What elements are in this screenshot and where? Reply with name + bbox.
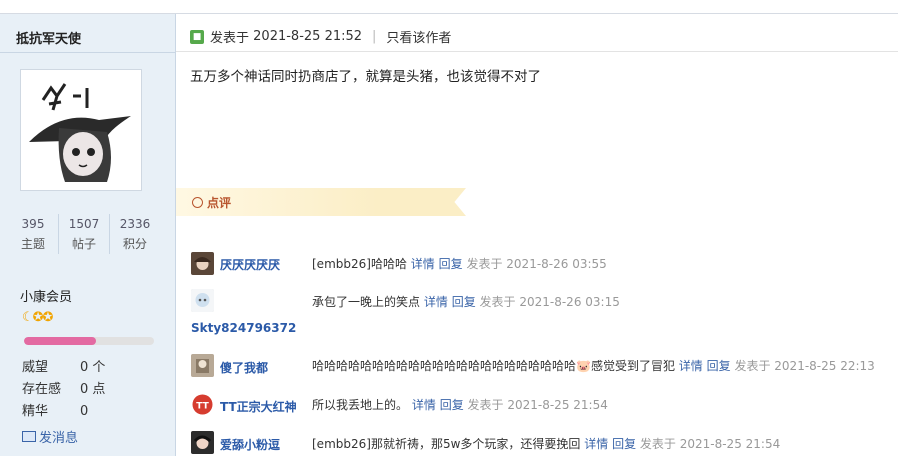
divider	[176, 51, 898, 52]
avatar-illustration	[21, 70, 141, 190]
stat-label: 主题	[20, 237, 45, 251]
top-border	[0, 0, 898, 14]
avatar-image	[191, 431, 214, 454]
post-header: ■ 发表于 2021-8-25 21:52 | 只看该作者	[190, 27, 451, 46]
level-progress-bar	[24, 337, 154, 345]
comment-line: [embb26]哈哈哈 详情 回复 发表于 2021-8-26 03:55	[312, 255, 607, 272]
comment-line: 承包了一晚上的笑点 详情 回复 发表于 2021-8-26 03:15	[312, 293, 620, 310]
comment-text: 所以我丢地上的。	[312, 398, 409, 412]
info-row-presence: 存在感 0 点	[22, 379, 105, 401]
detail-link[interactable]: 详情	[424, 295, 448, 309]
commenter-avatar[interactable]	[191, 431, 214, 454]
detail-link[interactable]: 详情	[584, 437, 608, 451]
info-value: 0	[80, 404, 89, 419]
author-sidebar: 抵抗军天使 395 主题 1507 帖子 2336 积分 小康会员 ☾✪✪ 威望…	[0, 14, 176, 456]
author-stats: 395 主题 1507 帖子 2336 积分	[8, 214, 160, 254]
reply-link[interactable]: 回复	[612, 437, 636, 451]
send-message-link[interactable]: 发消息	[22, 427, 78, 446]
reply-link[interactable]: 回复	[440, 398, 464, 412]
commenter-avatar[interactable]	[191, 289, 214, 312]
detail-link[interactable]: 详情	[411, 257, 435, 271]
comment-circle-icon	[192, 196, 203, 208]
rank-stars-icon: ☾✪✪	[22, 310, 53, 325]
stat-posts[interactable]: 1507 帖子	[59, 214, 110, 254]
send-message-label: 发消息	[39, 431, 79, 446]
avatar-image: TT	[192, 394, 213, 415]
info-key: 精华	[22, 404, 49, 419]
detail-link[interactable]: 详情	[679, 359, 703, 373]
online-status-icon: ■	[190, 29, 204, 44]
reply-link[interactable]: 回复	[439, 257, 463, 271]
envelope-icon	[22, 431, 36, 442]
stat-value: 2336	[119, 217, 151, 231]
author-name[interactable]: 抵抗军天使	[16, 28, 81, 47]
author-avatar[interactable]	[20, 69, 142, 191]
commenter-avatar[interactable]: TT	[191, 393, 214, 416]
comment-time: 发表于 2021-8-25 21:54	[639, 437, 781, 451]
author-info: 威望 0 个 存在感 0 点 精华 0	[22, 357, 105, 423]
comment-text: 哈哈哈哈哈哈哈哈哈哈哈哈哈哈哈哈哈哈哈哈哈哈🐷感觉受到了冒犯	[312, 359, 675, 373]
stat-value: 1507	[68, 217, 100, 231]
stat-label: 帖子	[71, 237, 96, 251]
info-key: 存在感	[22, 382, 62, 397]
commenter-name[interactable]: 爱舔小粉逗	[220, 436, 280, 453]
comment-text: [embb26]哈哈哈	[312, 257, 407, 271]
commenter-name[interactable]: Skty824796372	[191, 321, 296, 335]
detail-link[interactable]: 详情	[412, 398, 436, 412]
comment-time: 发表于 2021-8-26 03:15	[479, 295, 620, 309]
stat-value: 395	[21, 217, 45, 231]
comment-text: 承包了一晚上的笑点	[312, 295, 421, 309]
level-progress-fill	[24, 337, 96, 345]
posted-time: 2021-8-25 21:52	[253, 29, 363, 44]
commenter-name[interactable]: 厌厌厌厌厌	[220, 256, 280, 273]
stat-label: 积分	[122, 237, 147, 251]
comments-label: 点评	[207, 195, 232, 210]
reply-link[interactable]: 回复	[707, 359, 731, 373]
comments-section-header: 点评	[176, 188, 466, 216]
stat-topics[interactable]: 395 主题	[8, 214, 59, 254]
comment-time: 发表于 2021-8-25 21:54	[467, 398, 608, 412]
avatar-image	[191, 252, 214, 275]
comment-line: 哈哈哈哈哈哈哈哈哈哈哈哈哈哈哈哈哈哈哈哈哈哈🐷感觉受到了冒犯 详情 回复 发表于…	[312, 357, 875, 374]
info-value: 0 点	[80, 382, 106, 397]
posted-prefix: 发表于	[210, 31, 250, 46]
commenter-avatar[interactable]	[191, 354, 214, 377]
comment-line: [embb26]那就祈祷，那5w多个玩家，还得要挽回 详情 回复 发表于 202…	[312, 435, 780, 452]
stat-points[interactable]: 2336 积分	[110, 214, 160, 254]
divider: |	[372, 29, 377, 44]
commenter-avatar[interactable]	[191, 252, 214, 275]
only-author-link[interactable]: 只看该作者	[386, 27, 451, 46]
comment-line: 所以我丢地上的。 详情 回复 发表于 2021-8-25 21:54	[312, 396, 608, 413]
commenter-name[interactable]: TT正宗大红神	[220, 398, 297, 415]
comment-time: 发表于 2021-8-25 22:13	[734, 359, 875, 373]
comment-time: 发表于 2021-8-26 03:55	[466, 257, 607, 271]
avatar-image	[191, 289, 214, 312]
comment-text: [embb26]那就祈祷，那5w多个玩家，还得要挽回	[312, 437, 581, 451]
reply-link[interactable]: 回复	[452, 295, 476, 309]
info-row-essence: 精华 0	[22, 401, 105, 423]
info-row-prestige: 威望 0 个	[22, 357, 105, 379]
post-content: 五万多个神话同时扔商店了，就算是头猪，也该觉得不对了	[190, 69, 541, 85]
svg-text:TT: TT	[196, 402, 209, 412]
avatar-image	[191, 354, 214, 377]
info-key: 威望	[22, 360, 49, 375]
commenter-name[interactable]: 傻了我都	[220, 359, 268, 376]
info-value: 0 个	[80, 360, 106, 375]
divider	[0, 52, 175, 53]
user-group[interactable]: 小康会员	[20, 286, 72, 305]
